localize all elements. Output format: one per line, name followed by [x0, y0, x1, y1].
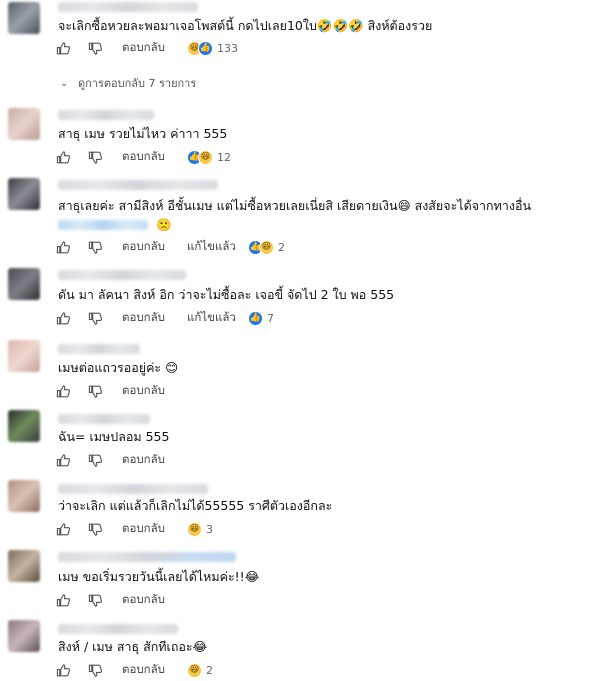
- reply-button[interactable]: ตอบกลับ: [122, 309, 165, 327]
- haha-reaction-icon: 😆: [187, 662, 202, 678]
- like-reaction-icon: 👍: [198, 40, 213, 56]
- thumbs-down-icon[interactable]: [86, 238, 104, 256]
- reply-button[interactable]: ตอบกลับ: [122, 451, 165, 469]
- avatar[interactable]: [8, 268, 40, 300]
- avatar[interactable]: [8, 550, 40, 582]
- thumbs-down-icon[interactable]: [86, 661, 104, 679]
- comment-actions: ตอบกลับ 😆 3: [54, 520, 213, 538]
- comment-text: จะเลิกซื้อหวยละพอมาเจอโพสต์นี้ กดไปเลย10…: [58, 18, 433, 33]
- thumbs-down-icon[interactable]: [86, 39, 104, 57]
- comment-text: ฉัน= เมษปลอม 555: [58, 429, 170, 444]
- comment-actions: ตอบกลับ 😆 👍 133: [54, 39, 238, 57]
- avatar[interactable]: [8, 108, 40, 140]
- avatar[interactable]: [8, 620, 40, 652]
- commenter-name-redacted: [58, 624, 178, 634]
- commenter-name-redacted: [58, 484, 208, 494]
- commenter-name-redacted: [58, 2, 198, 12]
- reactions-summary[interactable]: 👍 7: [247, 310, 274, 326]
- reply-button[interactable]: ตอบกลับ: [122, 238, 165, 256]
- avatar[interactable]: [8, 410, 40, 442]
- chevron-down-icon: ⌄: [60, 77, 69, 89]
- reaction-count: 3: [206, 522, 213, 536]
- thumbs-up-icon[interactable]: [54, 148, 72, 166]
- comment-actions: ตอบกลับ: [54, 451, 187, 469]
- avatar[interactable]: [8, 480, 40, 512]
- reactions-summary[interactable]: 😆 3: [187, 521, 213, 537]
- thumbs-up-icon[interactable]: [54, 591, 72, 609]
- comment-actions: ตอบกลับ แก้ไขแล้ว 👍 7: [54, 309, 274, 327]
- reply-button[interactable]: ตอบกลับ: [122, 148, 165, 166]
- comment-text: เมษต่อแถวรออยู่ค่ะ 😊: [58, 360, 179, 375]
- thumbs-up-icon[interactable]: [54, 451, 72, 469]
- thumbs-up-icon[interactable]: [54, 661, 72, 679]
- comment-text: ดัน มา ลัคนา สิงห์ อิก ว่าจะไม่ซื้อละ เจ…: [58, 287, 395, 302]
- view-replies-link[interactable]: ⌄ ดูการตอบกลับ 7 รายการ: [60, 74, 196, 92]
- thumbs-up-icon[interactable]: [54, 520, 72, 538]
- reactions-summary[interactable]: 👍 😆 12: [187, 149, 231, 165]
- commenter-name-redacted: [58, 552, 236, 562]
- comment-actions: ตอบกลับ: [54, 591, 187, 609]
- commenter-name-redacted: [58, 180, 218, 190]
- view-replies-label: ดูการตอบกลับ 7 รายการ: [78, 77, 197, 90]
- thumbs-down-icon[interactable]: [86, 591, 104, 609]
- thumbs-up-icon[interactable]: [54, 309, 72, 327]
- reply-button[interactable]: ตอบกลับ: [122, 661, 165, 679]
- thumbs-down-icon[interactable]: [86, 451, 104, 469]
- thumbs-up-icon[interactable]: [54, 382, 72, 400]
- thumbs-down-icon[interactable]: [86, 309, 104, 327]
- reply-button[interactable]: ตอบกลับ: [122, 382, 165, 400]
- tagged-name-redacted[interactable]: [58, 220, 148, 230]
- commenter-name-redacted: [58, 344, 140, 354]
- comment-actions: ตอบกลับ แก้ไขแล้ว 👍 😆 2: [54, 238, 285, 256]
- thumbs-up-icon[interactable]: [54, 238, 72, 256]
- comment-text-continued: 🙁: [156, 217, 172, 232]
- comment-text: ว่าจะเลิก แต่แล้วก็เลิกไม่ได้55555 ราศีต…: [58, 498, 333, 513]
- reactions-summary[interactable]: 😆 2: [187, 662, 213, 678]
- avatar[interactable]: [8, 178, 40, 210]
- edited-label: แก้ไขแล้ว: [187, 310, 236, 324]
- thumbs-down-icon[interactable]: [86, 382, 104, 400]
- reply-button[interactable]: ตอบกลับ: [122, 39, 165, 57]
- comment-text: สิงห์ / เมษ สาธุ สักทีเถอะ😂: [58, 639, 208, 654]
- reply-button[interactable]: ตอบกลับ: [122, 520, 165, 538]
- haha-reaction-icon: 😆: [187, 521, 202, 537]
- thumbs-up-icon[interactable]: [54, 39, 72, 57]
- commenter-name-redacted: [58, 110, 154, 120]
- commenter-name-redacted: [58, 270, 186, 280]
- avatar[interactable]: [8, 340, 40, 372]
- reaction-count: 133: [217, 41, 238, 55]
- reactions-summary[interactable]: 👍 😆 2: [247, 239, 285, 255]
- commenter-name-redacted: [58, 414, 150, 424]
- comment-text: สาธุ เมษ รวยไม่ไหว ค่าาา 555: [58, 126, 228, 141]
- comment-actions: ตอบกลับ 👍 😆 12: [54, 148, 231, 166]
- reaction-count: 12: [217, 150, 231, 164]
- reactions-summary[interactable]: 😆 👍 133: [187, 40, 238, 56]
- comment-text: สาธุเลยค่ะ สามีสิงห์ อีชั้นเมษ แต่ไม่ซื้…: [58, 198, 532, 213]
- haha-reaction-icon: 😆: [258, 239, 274, 255]
- like-reaction-icon: 👍: [247, 310, 263, 326]
- reaction-count: 2: [206, 663, 213, 677]
- edited-label: แก้ไขแล้ว: [187, 239, 236, 253]
- thumbs-down-icon[interactable]: [86, 520, 104, 538]
- reaction-count: 7: [266, 311, 274, 325]
- comment-text: เมษ ขอเริ่มรวยวันนี้เลยได้ไหมค่ะ!!😂: [58, 569, 260, 584]
- haha-reaction-icon: 😆: [198, 149, 213, 165]
- thumbs-down-icon[interactable]: [86, 148, 104, 166]
- reply-button[interactable]: ตอบกลับ: [122, 591, 165, 609]
- avatar[interactable]: [8, 2, 40, 34]
- comment-actions: ตอบกลับ: [54, 382, 187, 400]
- reaction-count: 2: [277, 240, 285, 254]
- comment-actions: ตอบกลับ 😆 2: [54, 661, 213, 679]
